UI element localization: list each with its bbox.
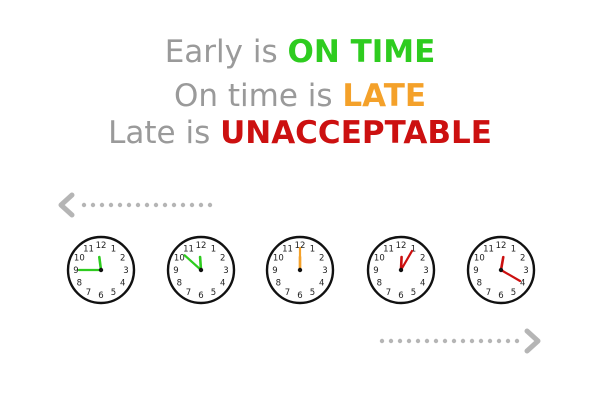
dotted-arrow-right-icon <box>376 326 546 360</box>
clock-numeral: 4 <box>120 279 125 289</box>
clock-numeral: 7 <box>86 288 91 298</box>
clock-numeral: 4 <box>420 279 425 289</box>
headline-on-time-emphasis: LATE <box>342 78 427 114</box>
clock-2: 12 1 2 3 4 5 6 7 8 9 10 11 <box>163 232 239 308</box>
clock-numeral: 6 <box>198 291 203 301</box>
clock-numeral: 12 <box>96 241 107 251</box>
clock-numeral: 7 <box>486 288 491 298</box>
clock-numeral: 10 <box>273 254 284 264</box>
clock-center <box>98 267 104 273</box>
clock-center <box>297 267 303 273</box>
clock-numeral: 8 <box>377 279 382 289</box>
clock-numeral: 9 <box>473 266 478 276</box>
headline-late-emphasis: UNACCEPTABLE <box>220 115 492 151</box>
clock-numeral: 3 <box>223 266 228 276</box>
clock-numeral: 11 <box>282 245 293 255</box>
clock-numeral: 12 <box>496 241 507 251</box>
clock-numeral: 8 <box>477 279 482 289</box>
clock-numeral: 5 <box>211 288 216 298</box>
clock-1: 12 1 2 3 4 5 6 7 8 9 10 11 <box>63 232 139 308</box>
clock-numeral: 11 <box>83 245 94 255</box>
clock-numeral: 7 <box>386 288 391 298</box>
clock-numeral: 2 <box>120 254 125 264</box>
clock-numeral: 1 <box>211 245 216 255</box>
clock-numeral: 8 <box>77 279 82 289</box>
clock-numeral: 3 <box>123 266 128 276</box>
clock-numeral: 5 <box>511 288 516 298</box>
clock-numeral: 12 <box>396 241 407 251</box>
clock-numeral: 11 <box>383 245 394 255</box>
clock-numeral: 11 <box>483 245 494 255</box>
clock-numeral: 6 <box>98 291 103 301</box>
clock-numeral: 7 <box>285 288 290 298</box>
clock-numeral: 9 <box>73 266 78 276</box>
headline-early-emphasis: ON TIME <box>287 34 436 70</box>
dotted-arrow-left-icon <box>56 190 226 224</box>
clock-numeral: 3 <box>423 266 428 276</box>
clock-numeral: 6 <box>398 291 403 301</box>
clock-numeral: 5 <box>411 288 416 298</box>
clock-numeral: 2 <box>520 254 525 264</box>
headline-late-prefix: Late is <box>108 115 221 151</box>
clock-numeral: 10 <box>174 254 185 264</box>
clock-numeral: 6 <box>498 291 503 301</box>
clock-row: 12 1 2 3 4 5 6 7 8 9 10 11 12 1 2 3 4 5 6 7 8 9 10 11 12 1 2 3 4 5 6… <box>0 232 600 308</box>
clock-numeral: 5 <box>111 288 116 298</box>
clock-numeral: 2 <box>319 254 324 264</box>
clock-numeral: 1 <box>310 245 315 255</box>
clock-numeral: 10 <box>474 254 485 264</box>
headline-early: Early is ON TIME <box>0 32 600 72</box>
headline-early-prefix: Early is <box>164 34 288 70</box>
clock-numeral: 1 <box>111 245 116 255</box>
clock-numeral: 10 <box>374 254 385 264</box>
clock-numeral: 10 <box>74 254 85 264</box>
clock-numeral: 11 <box>183 245 194 255</box>
clock-center <box>198 267 204 273</box>
clock-numeral: 6 <box>297 291 302 301</box>
clock-numeral: 3 <box>322 266 327 276</box>
clock-3: 12 1 2 3 4 5 6 7 8 9 10 11 <box>262 232 338 308</box>
clock-numeral: 9 <box>272 266 277 276</box>
clock-5: 12 1 2 3 4 5 6 7 8 9 10 11 <box>463 232 539 308</box>
clock-numeral: 9 <box>173 266 178 276</box>
clock-numeral: 4 <box>220 279 225 289</box>
clock-numeral: 8 <box>276 279 281 289</box>
clock-4: 12 1 2 3 4 5 6 7 8 9 10 11 <box>363 232 439 308</box>
clock-numeral: 2 <box>420 254 425 264</box>
clock-numeral: 7 <box>186 288 191 298</box>
headline-on-time: On time is LATE <box>0 76 600 116</box>
clock-numeral: 9 <box>373 266 378 276</box>
clock-numeral: 1 <box>511 245 516 255</box>
clock-numeral: 3 <box>523 266 528 276</box>
clock-numeral: 2 <box>220 254 225 264</box>
clock-numeral: 5 <box>310 288 315 298</box>
clock-numeral: 12 <box>196 241 207 251</box>
clock-center <box>498 267 504 273</box>
clock-numeral: 8 <box>177 279 182 289</box>
clock-numeral: 4 <box>319 279 324 289</box>
headline-late: Late is UNACCEPTABLE <box>0 113 600 153</box>
headline-on-time-prefix: On time is <box>173 78 343 114</box>
clock-center <box>398 267 404 273</box>
